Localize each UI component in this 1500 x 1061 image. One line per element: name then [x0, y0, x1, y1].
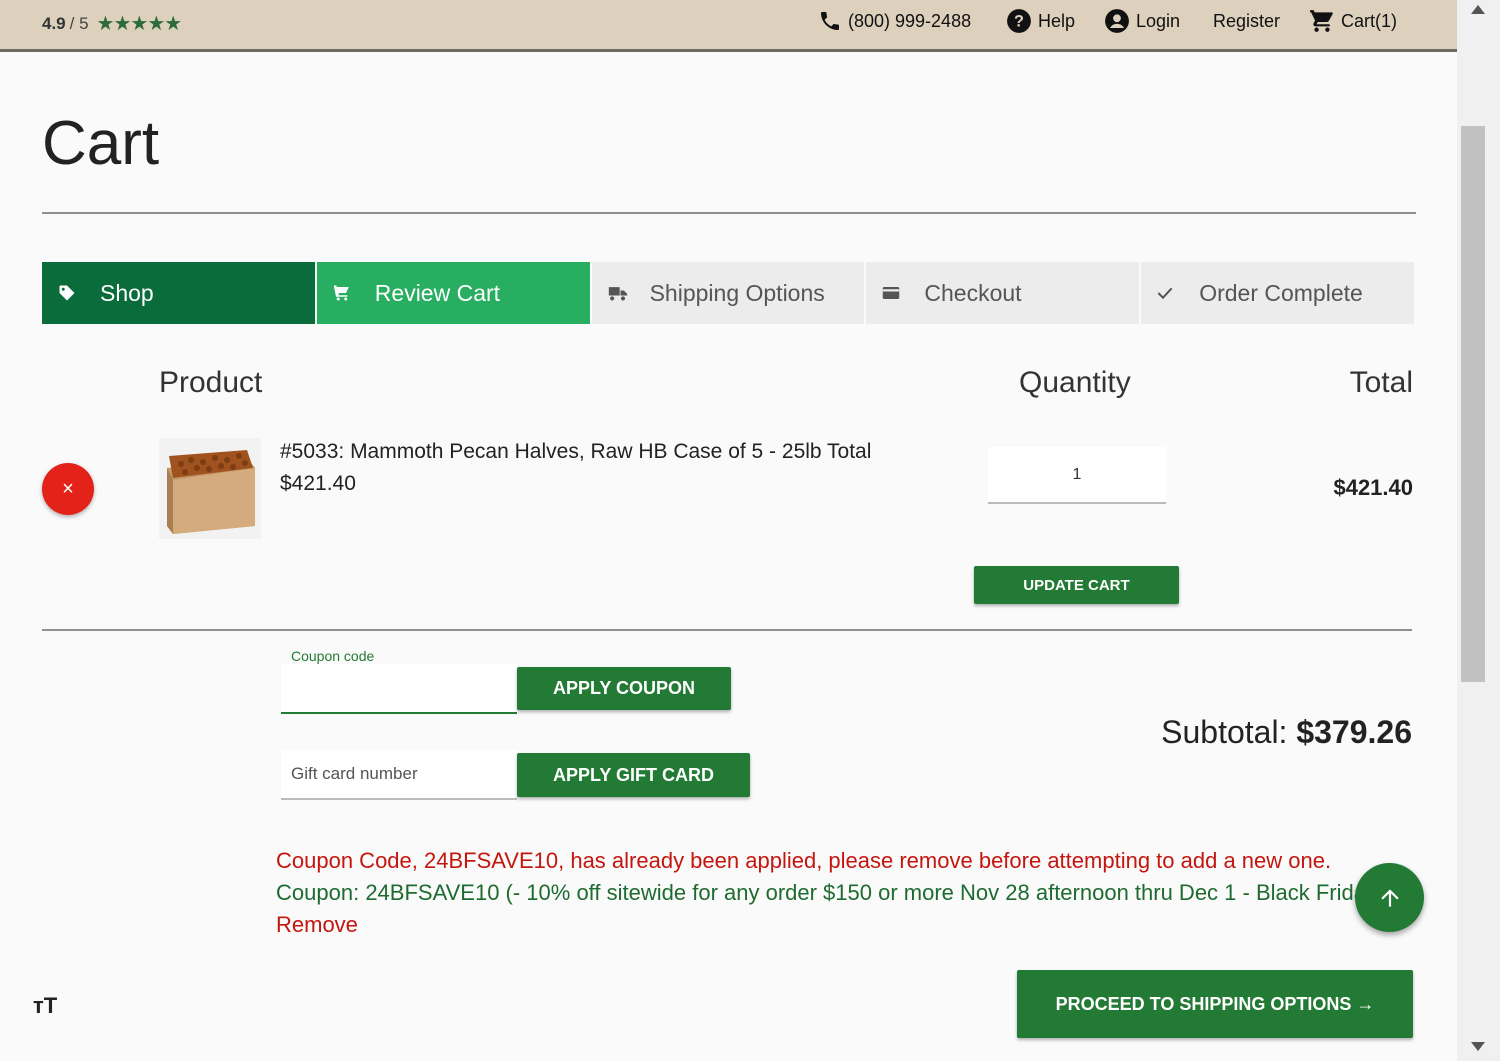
scroll-up-arrow-icon[interactable]: [1471, 5, 1485, 14]
rating-stars-icon: ★★★★★: [96, 13, 183, 35]
update-cart-button[interactable]: UPDATE CART: [974, 566, 1179, 604]
subtotal-value: $379.26: [1296, 714, 1412, 750]
product-unit-price: $421.40: [280, 472, 356, 495]
header-quantity: Quantity: [1019, 366, 1131, 399]
help-link[interactable]: ? Help: [1006, 8, 1075, 34]
text-size-icon[interactable]: тT: [33, 993, 57, 1019]
coupon-code-label: Coupon code: [291, 648, 375, 664]
remove-item-button[interactable]: ×: [42, 463, 94, 515]
register-link[interactable]: Register: [1213, 8, 1280, 34]
coupon-description: 24BFSAVE10 (- 10% off sitewide for any o…: [365, 880, 1376, 905]
rating-score: 4.9: [42, 13, 66, 33]
close-icon: ×: [62, 477, 74, 500]
scroll-down-arrow-icon[interactable]: [1471, 1042, 1485, 1051]
divider: [42, 629, 1412, 631]
scroll-thumb[interactable]: [1461, 126, 1485, 682]
cart-icon: [1310, 10, 1333, 32]
gift-card-input[interactable]: [281, 750, 517, 800]
product-thumbnail[interactable]: [159, 438, 261, 539]
subtotal: Subtotal: $379.26: [1161, 714, 1412, 751]
register-label: Register: [1213, 10, 1281, 31]
checkout-steps: Shop Review Cart Shipping Options Checko…: [42, 262, 1414, 324]
step-shop[interactable]: Shop: [42, 262, 315, 324]
product-name-link[interactable]: #5033: Mammoth Pecan Halves, Raw HB Case…: [280, 440, 871, 464]
login-label: Login: [1136, 10, 1181, 31]
step-label: Shop: [100, 279, 154, 306]
step-label: Shipping Options: [649, 279, 825, 306]
cart-icon: [333, 284, 363, 302]
line-total: $421.40: [1333, 475, 1413, 500]
arrow-up-icon: [1380, 888, 1399, 907]
apply-coupon-button[interactable]: APPLY COUPON: [517, 667, 731, 710]
coupon-code-input[interactable]: [281, 664, 517, 714]
cart-label: Cart(1): [1341, 10, 1398, 31]
quantity-input[interactable]: [988, 447, 1166, 504]
check-icon: [1157, 286, 1187, 300]
subtotal-label: Subtotal:: [1161, 714, 1288, 750]
top-bar: 4.9 / 5 ★★★★★ (800) 999-2488 ? Help Logi…: [0, 0, 1457, 52]
step-checkout[interactable]: Checkout: [866, 262, 1140, 324]
step-label: Review Cart: [374, 279, 501, 306]
store-rating[interactable]: 4.9 / 5 ★★★★★: [42, 11, 183, 36]
proceed-to-shipping-button[interactable]: PROCEED TO SHIPPING OPTIONS →: [1017, 970, 1413, 1038]
step-order-complete[interactable]: Order Complete: [1141, 262, 1414, 324]
step-shipping-options[interactable]: Shipping Options: [591, 262, 865, 324]
back-to-top-button[interactable]: [1355, 863, 1424, 932]
credit-card-icon: [882, 286, 912, 300]
help-label: Help: [1038, 10, 1076, 31]
tag-icon: [58, 284, 88, 302]
phone-icon: [821, 12, 839, 30]
header-total: Total: [1349, 366, 1413, 399]
help-icon: ?: [1007, 9, 1031, 33]
step-review-cart[interactable]: Review Cart: [316, 262, 590, 324]
svg-text:?: ?: [1014, 12, 1024, 30]
coupon-error-message: Coupon Code, 24BFSAVE10, has already bee…: [276, 848, 1332, 873]
page-scrollbar[interactable]: [1457, 0, 1500, 1061]
truck-icon: [608, 285, 638, 301]
step-label: Checkout: [924, 279, 1022, 306]
coupon-prefix: Coupon:: [276, 880, 360, 905]
apply-gift-card-button[interactable]: APPLY GIFT CARD: [517, 753, 750, 797]
remove-coupon-link[interactable]: Remove: [276, 912, 358, 938]
phone-link[interactable]: (800) 999-2488: [818, 8, 971, 34]
divider: [42, 212, 1416, 214]
header-product: Product: [159, 366, 263, 399]
login-link[interactable]: Login: [1104, 8, 1180, 34]
page-title: Cart: [42, 109, 160, 178]
rating-out-of: / 5: [69, 13, 89, 33]
account-icon: [1105, 9, 1129, 33]
cart-link[interactable]: Cart(1): [1309, 8, 1397, 34]
phone-number: (800) 999-2488: [848, 10, 972, 31]
applied-coupon-info: Coupon: 24BFSAVE10 (- 10% off sitewide f…: [276, 880, 1376, 906]
step-label: Order Complete: [1199, 279, 1363, 306]
